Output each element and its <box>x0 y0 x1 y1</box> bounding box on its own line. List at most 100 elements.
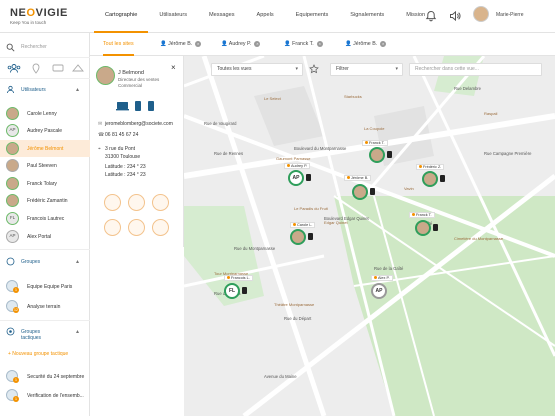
map-search-input[interactable]: Rechercher dans cette vue... <box>409 63 542 76</box>
map-pin-label: Carole L. <box>290 222 316 228</box>
group-row[interactable]: 1 Equipe Equipe Paris <box>0 278 90 295</box>
speaker-icon[interactable] <box>449 10 461 22</box>
app-logo[interactable]: NEOVIGIE Keep You in touch <box>10 7 68 25</box>
close-icon[interactable]: × <box>195 40 202 47</box>
nav-messages[interactable]: Messages <box>198 0 246 33</box>
tab-site-user[interactable]: 👤 Franck T. × <box>284 33 323 56</box>
poi-label: Cimetière du Montparnasse <box>454 236 504 241</box>
map-user-pin[interactable] <box>422 171 438 187</box>
close-icon[interactable]: × <box>171 63 176 72</box>
user-name: Audrey Pascale <box>27 128 63 134</box>
map-user-pin[interactable] <box>415 220 431 236</box>
map-user-pin[interactable]: AP <box>371 283 387 299</box>
phone-icon <box>370 188 375 195</box>
nav-appels[interactable]: Appels <box>246 0 285 33</box>
divider <box>0 249 90 250</box>
top-bar: NEOVIGIE Keep You in touch Cartographie … <box>0 0 555 33</box>
close-icon[interactable]: × <box>254 40 261 47</box>
bell-icon[interactable] <box>425 10 437 22</box>
detail-phone[interactable]: ☎06 81 45 67 24 <box>98 132 138 138</box>
user-row-selected[interactable]: Jérôme Belmont <box>0 140 90 157</box>
chevron-up-icon[interactable]: ▴ <box>76 328 79 335</box>
new-tactical-group-link[interactable]: + Nouveau groupe tactique <box>8 351 68 357</box>
poi-label: Raspail <box>484 111 498 116</box>
nav-cartographie[interactable]: Cartographie <box>94 0 149 33</box>
location-icon: ⌖ <box>98 146 101 152</box>
map-user-pin[interactable] <box>290 229 306 245</box>
message-button[interactable] <box>152 194 169 211</box>
logo-title: NEOVIGIE <box>10 7 68 19</box>
location-tab-icon[interactable] <box>29 63 43 74</box>
phone-icon: ☎ <box>98 132 105 138</box>
user-row[interactable]: AP Alex Portal <box>0 228 90 245</box>
filter-select[interactable]: Filtrer ▾ <box>330 63 403 76</box>
star-icon[interactable] <box>309 64 319 74</box>
user-name: Franck Tolary <box>27 181 57 187</box>
detail-role: Directeur des ventes <box>118 77 160 82</box>
map-pin-label: Franck T. <box>409 212 435 218</box>
user-avatar[interactable] <box>473 6 489 22</box>
video-call-button[interactable] <box>128 194 145 211</box>
user-row[interactable]: FL Francois Lautrec <box>0 210 90 227</box>
tab-site-user[interactable]: 👤 Audrey P. × <box>221 33 261 56</box>
user-row[interactable]: AP Audrey Pascale <box>0 122 90 139</box>
tab-site-user[interactable]: 👤 Jérôme B. × <box>160 33 202 56</box>
avatar <box>6 142 19 155</box>
tactical-group-row[interactable]: 1 Verification de l'ensemb... <box>0 387 90 404</box>
alerts-tab-icon[interactable] <box>71 63 85 74</box>
street-label: Rue de la Gaîté <box>374 266 404 271</box>
street-label: Rue du Départ <box>284 316 312 321</box>
nav-signalements[interactable]: Signalements <box>339 0 395 33</box>
call-button[interactable] <box>104 194 121 211</box>
logo-tagline: Keep You in touch <box>10 20 47 25</box>
map-user-pin-selected[interactable] <box>352 184 368 200</box>
detail-latitude: Latitude : 234 ° 23 <box>105 164 146 170</box>
views-select[interactable]: Toutes les vues ▾ <box>211 63 303 76</box>
tactical-group-row[interactable]: 1 Securité du 24 septembre <box>0 368 90 385</box>
detail-address: ⌖ 3 rue du Pont <box>98 146 136 152</box>
map-user-pin[interactable]: FL <box>224 283 240 299</box>
user-icon: 👤 <box>345 41 354 47</box>
user-detail-panel: J Belmond Directeur des ventes Commercia… <box>90 56 184 247</box>
avatar <box>6 107 19 120</box>
street-label: Rue Delambre <box>454 86 481 91</box>
tab-all-sites[interactable]: Tout les sites <box>103 33 134 56</box>
map-pin-label: Jérôme B. <box>344 175 372 181</box>
chevron-up-icon[interactable]: ▴ <box>76 258 79 265</box>
group-row[interactable]: 12 Analyse terrain <box>0 298 90 315</box>
map-user-pin[interactable] <box>369 147 385 163</box>
nav-equipements[interactable]: Equipements <box>285 0 340 33</box>
user-row[interactable]: Paul Steeven <box>0 157 90 174</box>
street-label: Rue de Rennes <box>214 151 244 156</box>
chevron-up-icon[interactable]: ▴ <box>76 86 79 93</box>
detail-email[interactable]: ✉ jeromeblomberg@societe.com <box>98 121 173 127</box>
user-row[interactable]: Carole Lenny <box>0 105 90 122</box>
users-tab-icon[interactable] <box>7 63 21 74</box>
map-pin-label: Francois L. <box>224 275 253 281</box>
detail-latitude: Latitude : 234 ° 23 <box>105 172 146 178</box>
phone-icon <box>440 175 445 182</box>
main-nav: Cartographie Utilisateurs Messages Appel… <box>94 0 436 33</box>
user-name[interactable]: Marie-Pierre <box>496 12 524 18</box>
nav-utilisateurs[interactable]: Utilisateurs <box>148 0 198 33</box>
close-icon[interactable]: × <box>316 40 323 47</box>
devices-icon <box>116 101 154 111</box>
locate-button[interactable] <box>104 219 121 236</box>
user-row[interactable]: Frédéric Zamantin <box>0 192 90 209</box>
share-button[interactable] <box>152 219 169 236</box>
close-icon[interactable]: × <box>380 40 387 47</box>
user-row[interactable]: Franck Tolary <box>0 175 90 192</box>
map-user-pin[interactable]: AP <box>288 170 304 186</box>
sidebar-search[interactable]: Rechercher <box>6 43 86 54</box>
map-pin-label: Audrey P. <box>284 163 311 169</box>
alert-button[interactable] <box>128 219 145 236</box>
detail-role: Commercial <box>118 83 143 88</box>
messages-tab-icon[interactable] <box>51 63 65 74</box>
map-view[interactable]: Rue de Rennes Boulevard du Montparnasse … <box>184 56 555 416</box>
user-name: Jérôme Belmont <box>27 146 64 152</box>
tab-site-user[interactable]: 👤 Jérôme B. × <box>345 33 387 56</box>
search-input[interactable]: Rechercher <box>21 44 47 50</box>
avatar: FL <box>6 212 19 225</box>
detail-name: J Belmond <box>118 70 144 76</box>
phone-icon <box>306 174 311 181</box>
